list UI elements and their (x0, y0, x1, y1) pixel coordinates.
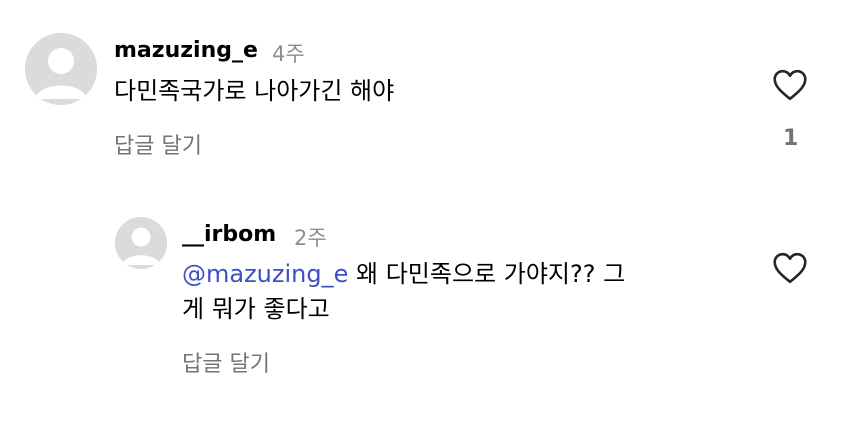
comment-username[interactable]: mazuzing_e (114, 38, 258, 63)
comment-text: @mazuzing_e 왜 다민족으로 가야지?? 그 게 뭐가 좋다고 (182, 257, 742, 327)
heart-icon[interactable] (772, 69, 808, 101)
reply-button[interactable]: 답글 달기 (182, 346, 270, 378)
heart-icon[interactable] (772, 252, 808, 284)
comment-text-line1: 왜 다민족으로 가야지?? 그 (348, 260, 626, 288)
mention-link[interactable]: @mazuzing_e (182, 260, 348, 288)
comment-text: 다민족국가로 나아가긴 해야 (114, 77, 395, 105)
avatar[interactable] (115, 217, 167, 269)
avatar[interactable] (25, 33, 97, 105)
comment-username[interactable]: __irbom (182, 222, 276, 247)
comment-timestamp: 4주 (272, 42, 305, 66)
comment-text-line2: 게 뭐가 좋다고 (182, 295, 330, 323)
like-count: 1 (783, 126, 799, 151)
comment-timestamp: 2주 (294, 226, 327, 250)
default-avatar-icon (25, 33, 97, 105)
default-avatar-icon (115, 217, 167, 269)
reply-button[interactable]: 답글 달기 (114, 128, 202, 160)
